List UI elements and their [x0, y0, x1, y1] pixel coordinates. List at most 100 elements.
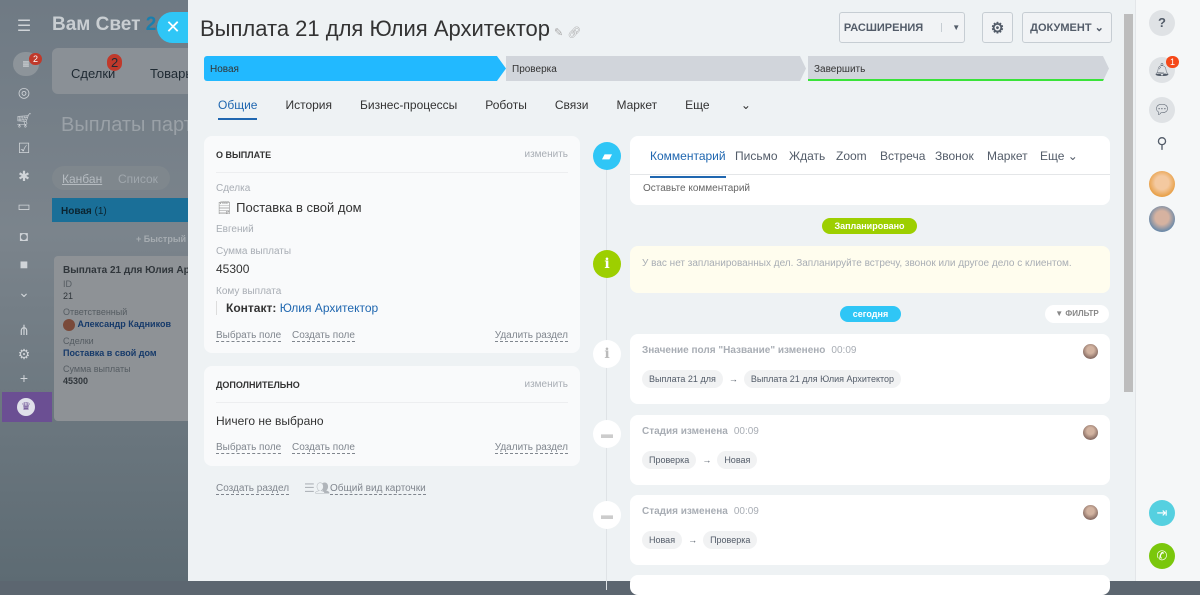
phone-icon[interactable]: ✆ — [1149, 543, 1175, 569]
divider — [216, 172, 568, 173]
add-icon[interactable]: + — [14, 370, 34, 390]
deal-subtitle: Евгений — [216, 224, 254, 235]
more-icon[interactable]: ⌄ — [14, 284, 34, 304]
avatar[interactable] — [1083, 425, 1098, 440]
divider — [216, 402, 568, 403]
kanban-card[interactable]: Выплата 21 для Юлия Архитектор ID 21 Отв… — [54, 256, 188, 421]
editor-tab-more[interactable]: Еще ⌄ — [1040, 149, 1078, 163]
editor-tab-call[interactable]: Звонок — [935, 149, 974, 163]
notifications-badge: 1 — [1166, 56, 1180, 68]
select-field-link[interactable]: Выбрать поле — [216, 442, 282, 454]
search-icon[interactable]: ⚲ — [1149, 131, 1175, 157]
editor-tab-market[interactable]: Маркет — [987, 149, 1028, 163]
box-icon[interactable]: ■ — [14, 256, 34, 276]
field-label: Сделка — [216, 183, 251, 194]
edit-section-link[interactable]: изменить — [524, 149, 568, 160]
comment-input[interactable]: Оставьте комментарий — [643, 183, 750, 194]
gear-icon[interactable]: ⚙ — [982, 12, 1013, 43]
page-title: Выплата 21 для Юлия Архитектор ✎ 🔗︎ — [200, 16, 582, 41]
section-title: ДОПОЛНИТЕЛЬНО — [216, 380, 300, 390]
common-view-link[interactable]: Общий вид карточки — [330, 483, 426, 495]
avatar[interactable] — [1083, 505, 1098, 520]
delete-section-link[interactable]: Удалить раздел — [494, 442, 568, 454]
tasks-icon[interactable]: ☑ — [14, 140, 34, 160]
editor-tab-zoom[interactable]: Zoom — [836, 149, 867, 163]
edit-section-link[interactable]: изменить — [524, 379, 568, 390]
today-badge: сегодня — [840, 306, 901, 322]
avatar[interactable] — [1149, 206, 1175, 232]
tab-more[interactable]: Еще ⌄ — [685, 98, 751, 120]
sites-icon[interactable]: ✱ — [14, 168, 34, 188]
settings-icon[interactable]: ⚙ — [14, 346, 34, 366]
link-icon[interactable]: 🔗︎ — [567, 27, 581, 39]
tab-products[interactable]: Товары — [150, 66, 188, 81]
tab-business-processes[interactable]: Бизнес-процессы — [360, 98, 457, 120]
tab-robots[interactable]: Роботы — [485, 98, 527, 120]
menu-icon[interactable]: ☰ — [14, 16, 34, 36]
arrow-icon: → — [728, 374, 738, 384]
stage-new[interactable]: Новая — [204, 56, 506, 81]
editor-tab-email[interactable]: Письмо — [735, 149, 778, 163]
view-kanban[interactable]: Канбан — [62, 172, 102, 186]
section-payout: О ВЫПЛАТЕ изменить Сделка 🗒︎ Поставка в … — [204, 136, 580, 353]
deal-icon: 🗒︎ — [216, 200, 233, 215]
target-icon[interactable]: ◎ — [14, 84, 34, 104]
tab-market[interactable]: Маркет — [616, 98, 657, 120]
editor-tab-wait[interactable]: Ждать — [789, 149, 825, 163]
arrow-icon: → — [702, 455, 712, 465]
people-icon: ☰👥︎ — [304, 481, 330, 495]
history-event: Стадия изменена 00:09 Проверка → Новая — [630, 415, 1110, 485]
empty-text: Ничего не выбрано — [216, 414, 324, 428]
comment-icon: ▰ — [593, 142, 621, 170]
history-event: Стадия изменена 00:09 Новая → Проверка — [630, 495, 1110, 565]
filter-button[interactable]: ▼ ФИЛЬТР — [1045, 305, 1109, 323]
chat-icon[interactable]: 💬︎ — [1149, 97, 1175, 123]
contacts-icon[interactable]: ▭ — [14, 198, 34, 218]
logo: Вам Свет 24 — [52, 14, 167, 35]
create-section-link[interactable]: Создать раздел — [216, 483, 290, 495]
main-tabs: Общие История Бизнес-процессы Роботы Свя… — [218, 98, 779, 120]
help-icon[interactable]: ? — [1149, 10, 1175, 36]
info-icon: i — [593, 340, 621, 368]
create-field-link[interactable]: Создать поле — [292, 330, 355, 342]
history-event — [630, 575, 1110, 595]
avatar — [63, 318, 75, 331]
info-icon: i — [593, 250, 621, 278]
deal-field[interactable]: 🗒︎ Поставка в свой дом — [216, 200, 362, 216]
robot-icon[interactable]: ◘ — [14, 228, 34, 248]
extensions-button[interactable]: РАСШИРЕНИЯ ▼ — [839, 12, 965, 43]
planned-empty-message: У вас нет запланированных дел. Запланиру… — [630, 246, 1110, 293]
delete-section-link[interactable]: Удалить раздел — [494, 330, 568, 342]
avatar[interactable] — [1083, 344, 1098, 359]
create-field-link[interactable]: Создать поле — [292, 442, 355, 454]
scrollbar[interactable] — [1122, 0, 1135, 581]
quick-add[interactable]: + Быстрый — [136, 234, 186, 244]
crown-icon[interactable]: ♛ — [2, 392, 52, 422]
tab-links[interactable]: Связи — [555, 98, 589, 120]
editor-tab-meeting[interactable]: Встреча — [880, 149, 925, 163]
avatar[interactable] — [1149, 171, 1175, 197]
view-list[interactable]: Список — [118, 172, 158, 186]
activity-editor: Комментарий Письмо Ждать Zoom Встреча Зв… — [630, 136, 1110, 205]
arrow-icon: → — [688, 535, 698, 545]
menu-badge: 2 — [29, 53, 43, 65]
select-field-link[interactable]: Выбрать поле — [216, 330, 282, 342]
exit-icon[interactable]: ⇥ — [1149, 500, 1175, 526]
stage-check[interactable]: Проверка — [506, 56, 806, 81]
edit-icon[interactable]: ✎ — [554, 27, 563, 39]
structure-icon[interactable]: ⋔ — [14, 322, 34, 342]
bg-page-title: Выплаты партн — [61, 114, 188, 136]
tag-icon: ▬ — [593, 501, 621, 529]
contact-field: Контакт: Юлия Архитектор — [216, 301, 378, 315]
stage-finish[interactable]: Завершить — [808, 56, 1109, 81]
field-label: Сумма выплаты — [216, 246, 292, 257]
document-button[interactable]: ДОКУМЕНТ ⌄ — [1022, 12, 1112, 43]
cart-icon[interactable]: 🛒︎ — [14, 112, 34, 132]
tab-history[interactable]: История — [285, 98, 332, 120]
tab-general[interactable]: Общие — [218, 98, 258, 120]
planned-badge: Запланировано — [822, 218, 917, 234]
view-switcher: Канбан Список — [52, 166, 170, 190]
section-title: О ВЫПЛАТЕ — [216, 150, 272, 160]
sum-value: 45300 — [216, 262, 250, 276]
contact-link[interactable]: Юлия Архитектор — [280, 301, 379, 315]
